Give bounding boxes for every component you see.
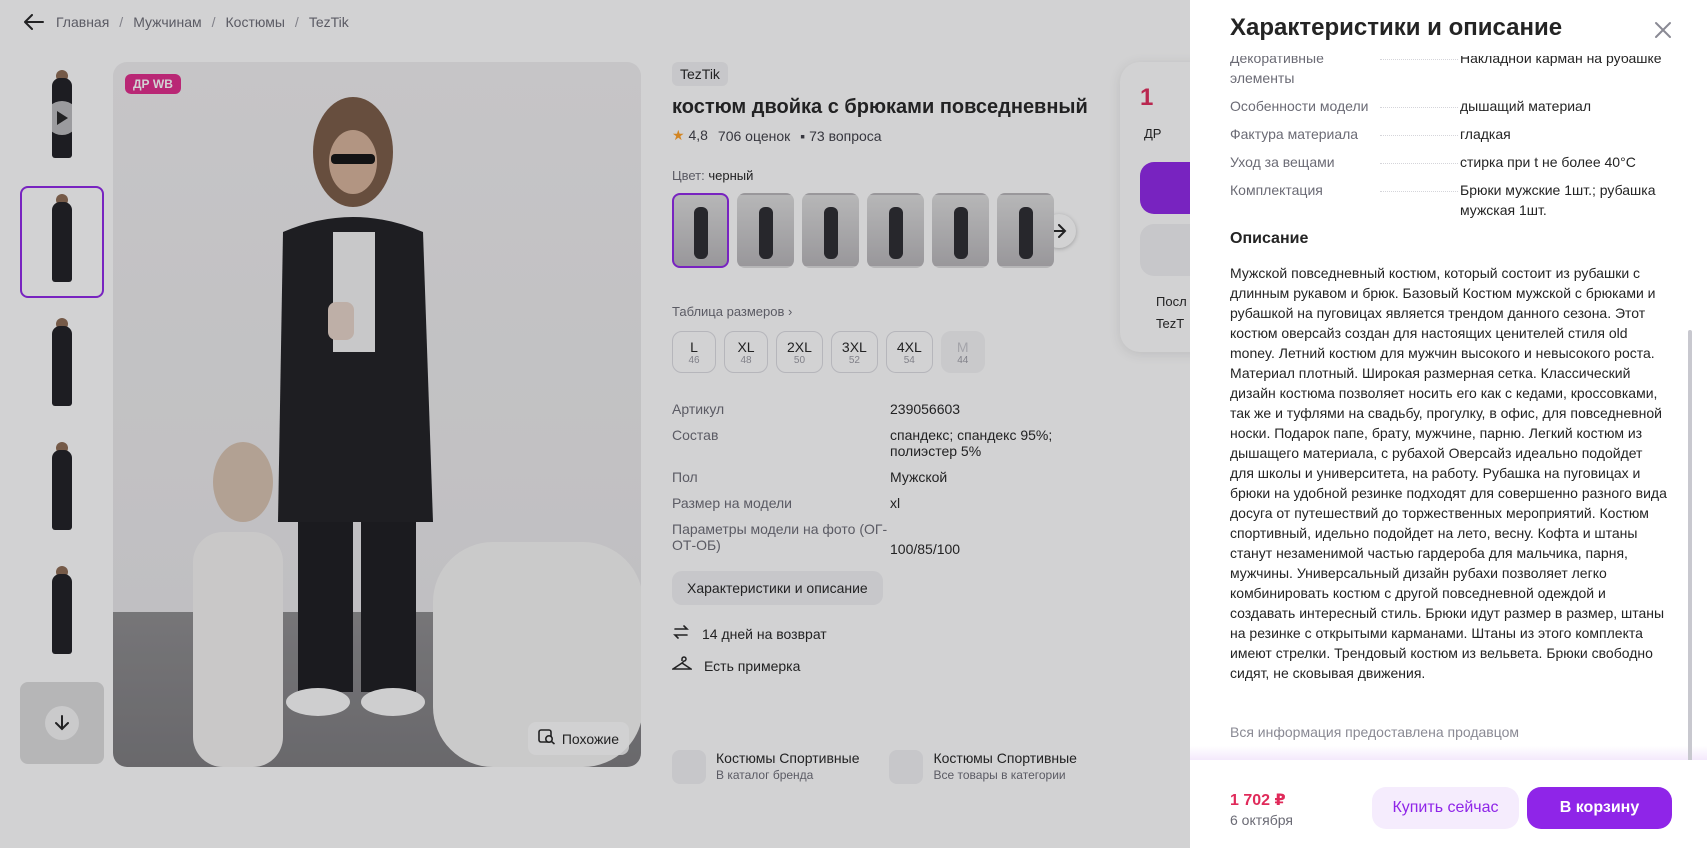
- scroll-fade: [1190, 746, 1707, 760]
- add-to-cart-button[interactable]: В корзину: [1527, 787, 1672, 829]
- panel-footer: 1 702 ₽ 6 октября Купить сейчас В корзин…: [1190, 760, 1707, 848]
- seller-note: Вся информация предоставлена продавцом: [1230, 724, 1520, 740]
- characteristics-list: Декоративные элементы Накладной карман на…: [1230, 56, 1670, 228]
- characteristic-row: Уход за вещами стирка при t не более 40°C: [1230, 154, 1636, 170]
- panel-scroll-area[interactable]: Декоративные элементы Накладной карман на…: [1190, 56, 1707, 750]
- characteristic-row: Фактура материала гладкая: [1230, 126, 1511, 142]
- description-heading: Описание: [1230, 230, 1309, 247]
- panel-title: Характеристики и описание: [1230, 14, 1563, 41]
- footer-price: 1 702 ₽: [1230, 792, 1286, 809]
- description-text: Мужской повседневный костюм, который сос…: [1230, 265, 1667, 681]
- characteristics-panel: Характеристики и описание Декоративные э…: [1190, 0, 1707, 848]
- characteristic-row: Особенности модели дышащий материал: [1230, 98, 1592, 114]
- delivery-date: 6 октября: [1230, 812, 1293, 828]
- characteristic-row: Комплектация Брюки мужские 1шт.; рубашка …: [1230, 182, 1656, 218]
- close-icon[interactable]: [1649, 16, 1677, 44]
- buy-now-button[interactable]: Купить сейчас: [1372, 787, 1519, 829]
- characteristic-row: Декоративные элементы Накладной карман на…: [1230, 56, 1670, 88]
- scrollbar[interactable]: [1688, 330, 1692, 762]
